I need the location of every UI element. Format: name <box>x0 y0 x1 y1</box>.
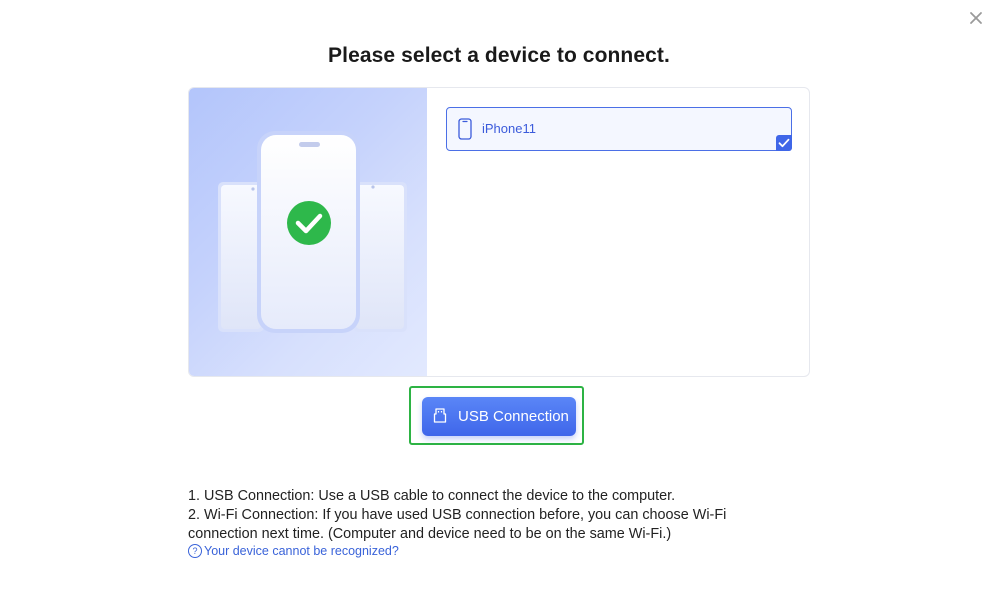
help-link-text: Your device cannot be recognized? <box>204 544 399 558</box>
device-item-iphone11[interactable]: iPhone11 <box>446 107 792 151</box>
instruction-usb: 1. USB Connection: Use a USB cable to co… <box>188 488 676 504</box>
usb-connection-button[interactable]: USB Connection <box>422 397 576 436</box>
close-icon <box>970 12 982 24</box>
selected-checkbox[interactable] <box>776 135 792 151</box>
device-list: iPhone11 <box>427 88 809 376</box>
phone-icon <box>458 118 472 140</box>
usb-button-label: USB Connection <box>458 408 569 425</box>
dialog-title: Please select a device to connect. <box>328 44 670 67</box>
device-not-recognized-link[interactable]: ? Your device cannot be recognized? <box>188 544 399 558</box>
device-name-label: iPhone11 <box>482 121 536 136</box>
device-selection-panel: iPhone11 <box>188 87 810 377</box>
device-illustration <box>189 88 427 376</box>
close-button[interactable] <box>966 8 986 28</box>
question-circle-icon: ? <box>188 544 202 558</box>
instruction-wifi: 2. Wi-Fi Connection: If you have used US… <box>188 507 727 542</box>
connection-instructions: 1. USB Connection: Use a USB cable to co… <box>188 487 788 544</box>
usb-plug-icon <box>433 408 447 423</box>
checkmark-icon <box>778 138 790 148</box>
phones-connected-illustration <box>218 131 407 333</box>
